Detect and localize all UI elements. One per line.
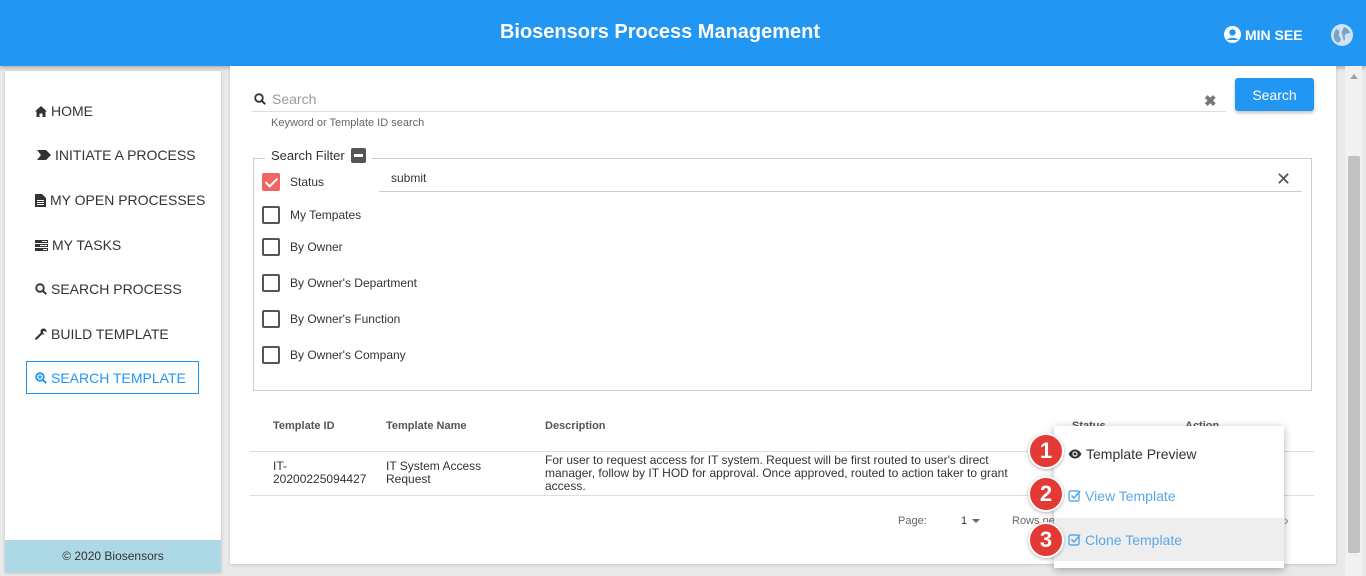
filter-option-label: Status xyxy=(290,175,325,189)
status-filter-input[interactable] xyxy=(391,171,1251,185)
chevron-tag-icon xyxy=(37,150,51,160)
by-owner-checkbox[interactable] xyxy=(262,238,280,256)
clear-search-icon[interactable]: ✖ xyxy=(1204,92,1217,110)
column-header-description[interactable]: Description xyxy=(545,420,606,432)
template-name-line: Request xyxy=(386,472,431,486)
column-header-template-name[interactable]: Template Name xyxy=(386,420,467,432)
action-menu: Template Preview View Template Clone Tem… xyxy=(1054,426,1284,568)
filter-option-label: By Owner's Company xyxy=(290,348,406,362)
menu-item-view-template[interactable]: View Template xyxy=(1054,474,1284,517)
clear-status-icon[interactable]: ✕ xyxy=(1276,169,1291,190)
tasks-icon xyxy=(35,239,48,251)
sidebar-item-label: INITIATE A PROCESS xyxy=(55,147,196,163)
sidebar-item-my-tasks[interactable]: MY TASKS xyxy=(35,237,121,253)
sidebar-item-label: HOME xyxy=(51,103,93,119)
search-button[interactable]: Search xyxy=(1235,78,1314,111)
cell-description: For user to request access for IT system… xyxy=(545,454,1008,493)
chevron-down-icon xyxy=(972,519,981,524)
cell-template-id: IT- 20200225094427 xyxy=(273,460,366,486)
search-icon xyxy=(254,93,266,105)
status-checkbox[interactable] xyxy=(262,173,280,191)
sidebar: HOME INITIATE A PROCESS MY OPEN PROCESSE… xyxy=(5,71,221,572)
filter-option-label: By Owner's Function xyxy=(290,312,401,326)
app-header: Biosensors Process Management MIN SEE xyxy=(0,0,1366,66)
sidebar-item-label: SEARCH PROCESS xyxy=(51,281,182,297)
filter-option-owner-company[interactable]: By Owner's Company xyxy=(262,346,406,364)
sidebar-footer: © 2020 Biosensors xyxy=(5,540,221,572)
owner-department-checkbox[interactable] xyxy=(262,274,280,292)
sidebar-item-my-open-processes[interactable]: MY OPEN PROCESSES xyxy=(35,192,205,208)
sidebar-item-initiate-process[interactable]: INITIATE A PROCESS xyxy=(35,147,196,163)
search-field: ✖ xyxy=(252,88,1226,112)
step-badge-3: 3 xyxy=(1028,522,1064,558)
search-plus-icon xyxy=(35,371,47,384)
user-name: MIN SEE xyxy=(1245,26,1303,43)
user-menu[interactable]: MIN SEE xyxy=(1224,26,1303,43)
step-badge-1: 1 xyxy=(1028,433,1064,469)
sidebar-item-search-template[interactable]: SEARCH TEMPLATE xyxy=(26,361,199,394)
status-filter-field: ✕ xyxy=(379,166,1302,192)
search-filter-title: Search Filter xyxy=(271,148,345,163)
check-square-icon xyxy=(1068,490,1081,502)
description-line: manager, follow by IT HOD for approval. … xyxy=(545,466,1008,480)
filter-option-owner-department[interactable]: By Owner's Department xyxy=(262,274,417,292)
sidebar-item-build-template[interactable]: BUILD TEMPLATE xyxy=(35,326,169,342)
filter-option-label: My Tempates xyxy=(290,208,362,222)
filter-option-status[interactable]: Status xyxy=(262,173,324,191)
page-label: Page: xyxy=(898,515,927,527)
search-icon xyxy=(35,283,47,295)
owner-company-checkbox[interactable] xyxy=(262,346,280,364)
filter-option-label: By Owner's Department xyxy=(290,276,418,290)
eye-icon xyxy=(1068,449,1082,458)
app-title: Biosensors Process Management xyxy=(499,21,821,43)
search-filter-legend: Search Filter xyxy=(265,148,372,163)
sidebar-item-search-process[interactable]: SEARCH PROCESS xyxy=(35,281,182,297)
next-page-icon[interactable]: › xyxy=(1284,512,1289,528)
file-icon xyxy=(35,193,46,207)
filter-option-label: By Owner xyxy=(290,240,343,254)
menu-item-label: Clone Template xyxy=(1085,531,1183,548)
collapse-filter-button[interactable] xyxy=(350,148,366,163)
filter-option-owner-function[interactable]: By Owner's Function xyxy=(262,310,400,328)
page-value: 1 xyxy=(961,515,968,527)
globe-icon[interactable] xyxy=(1331,24,1353,46)
menu-item-label: Template Preview xyxy=(1086,445,1197,462)
menu-item-template-preview[interactable]: Template Preview xyxy=(1054,432,1284,475)
check-square-icon xyxy=(1068,534,1081,546)
search-input[interactable] xyxy=(272,91,1192,107)
scrollbar-thumb[interactable] xyxy=(1348,156,1360,553)
sidebar-item-label: BUILD TEMPLATE xyxy=(51,326,169,342)
filter-option-by-owner[interactable]: By Owner xyxy=(262,238,343,256)
filter-option-my-templates[interactable]: My Tempates xyxy=(262,206,361,224)
template-id-line: 20200225094427 xyxy=(273,472,367,486)
cell-template-name: IT System Access Request xyxy=(386,460,481,486)
step-badge-2: 2 xyxy=(1028,476,1064,512)
owner-function-checkbox[interactable] xyxy=(262,310,280,328)
sidebar-item-home[interactable]: HOME xyxy=(35,103,93,119)
my-templates-checkbox[interactable] xyxy=(262,206,280,224)
user-circle-icon xyxy=(1224,26,1241,43)
sidebar-item-label: MY OPEN PROCESSES xyxy=(50,192,206,208)
description-line: access. xyxy=(545,479,586,493)
scroll-up-arrow-icon[interactable] xyxy=(1350,74,1358,79)
search-help-text: Keyword or Template ID search xyxy=(271,117,425,129)
menu-item-clone-template[interactable]: Clone Template xyxy=(1054,518,1284,561)
menu-item-label: View Template xyxy=(1085,487,1176,504)
page-select[interactable]: 1 xyxy=(961,515,981,527)
sidebar-item-label: MY TASKS xyxy=(52,237,122,253)
wrench-icon xyxy=(35,328,47,340)
sidebar-item-label: SEARCH TEMPLATE xyxy=(51,369,186,386)
home-icon xyxy=(35,105,47,117)
column-header-template-id[interactable]: Template ID xyxy=(273,420,335,432)
